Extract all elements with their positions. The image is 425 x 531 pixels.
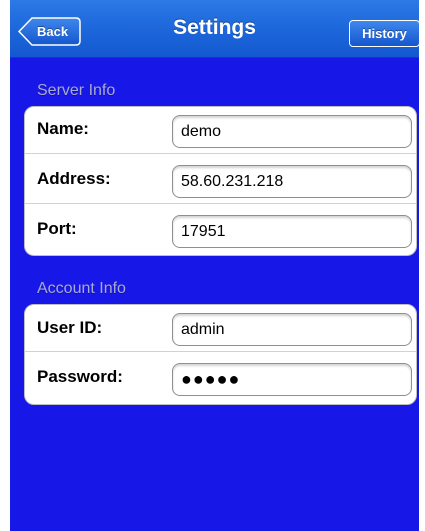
server-name-field[interactable]: demo [172,115,412,148]
history-button[interactable]: History [349,20,420,47]
settings-screen: Back Settings History Server Info Name: … [0,0,425,531]
server-address-field[interactable]: 58.60.231.218 [172,165,412,198]
user-id-field[interactable]: admin [172,313,412,346]
user-id-row: User ID: admin [25,305,416,352]
server-info-group: Name: demo Address: 58.60.231.218 Port: … [24,106,417,256]
server-name-label: Name: [37,119,89,138]
server-port-field[interactable]: 17951 [172,215,412,248]
server-address-label: Address: [37,169,111,188]
server-port-row: Port: 17951 [25,207,416,254]
password-row: Password: ●●●●● [25,355,416,402]
server-port-label: Port: [37,219,77,238]
server-address-row: Address: 58.60.231.218 [25,157,416,204]
navigation-bar: Back Settings History [10,0,420,58]
server-info-header: Server Info [37,82,116,99]
server-name-row: Name: demo [25,107,416,154]
settings-background [10,0,419,531]
user-id-label: User ID: [37,318,103,337]
password-label: Password: [37,367,123,386]
account-info-group: User ID: admin Password: ●●●●● [24,304,417,405]
password-field[interactable]: ●●●●● [172,363,412,396]
account-info-header: Account Info [37,280,126,297]
